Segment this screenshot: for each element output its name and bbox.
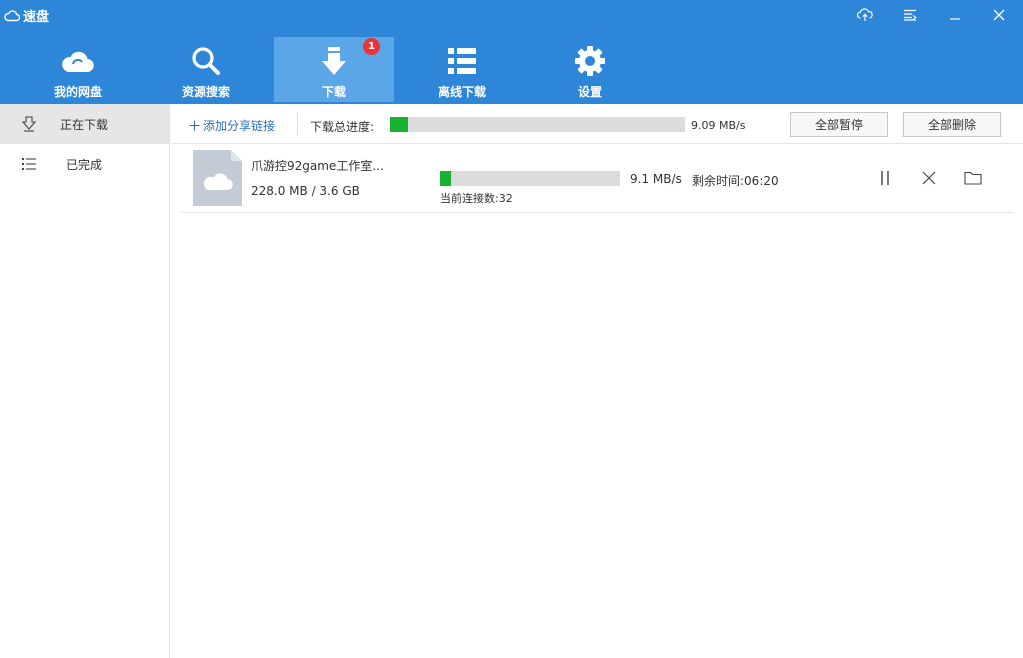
total-progress-fill — [390, 117, 408, 132]
sidebar-item-downloading[interactable]: 正在下载 — [0, 104, 169, 144]
menu-icon[interactable] — [899, 5, 921, 25]
cloud-logo-icon — [4, 9, 20, 21]
toolbar: 添加分享链接 下载总进度: 9.09 MB/s 全部暂停 全部删除 — [171, 104, 1023, 144]
notification-badge: 1 — [363, 38, 380, 55]
main-nav: 我的网盘 资源搜索 下载 1 离线下载 设置 — [18, 37, 658, 102]
close-icon[interactable] — [988, 5, 1010, 25]
sidebar-item-label: 正在下载 — [60, 118, 109, 132]
task-speed: 9.1 MB/s — [630, 172, 682, 186]
add-share-link-label: 添加分享链接 — [203, 119, 276, 133]
search-icon — [191, 44, 221, 78]
sidebar-item-label: 已完成 — [66, 158, 103, 172]
task-progress-fill — [440, 171, 451, 186]
nav-label: 我的网盘 — [53, 85, 102, 99]
list-icon — [22, 158, 36, 170]
nav-item-offline-download[interactable]: 离线下载 — [402, 37, 522, 102]
download-icon — [21, 116, 37, 132]
pause-all-button[interactable]: 全部暂停 — [790, 112, 888, 137]
plus-icon — [189, 120, 200, 131]
folder-icon[interactable] — [964, 169, 982, 187]
nav-label: 设置 — [577, 85, 602, 99]
task-progress-bar — [440, 171, 620, 186]
sidebar: 正在下载 已完成 — [0, 104, 170, 658]
gear-icon — [575, 44, 605, 78]
delete-all-button[interactable]: 全部删除 — [903, 112, 1001, 137]
delete-icon[interactable] — [920, 169, 938, 187]
file-name: 爪游控92game工作室... — [251, 159, 384, 173]
title-bar[interactable]: 速盘 — [0, 0, 1023, 30]
app-title: 速盘 — [4, 6, 50, 25]
upload-transfer-icon[interactable] — [854, 5, 876, 25]
nav-item-resource-search[interactable]: 资源搜索 — [146, 37, 266, 102]
nav-item-download[interactable]: 下载 1 — [274, 37, 394, 102]
sidebar-item-completed[interactable]: 已完成 — [0, 144, 169, 184]
header: 速盘 我的网盘 资源搜索 下载 1 离线下载 设置 — [0, 0, 1023, 104]
task-remaining-time: 剩余时间:06:20 — [692, 174, 779, 188]
toolbar-divider — [297, 113, 298, 135]
download-arrow-icon — [321, 44, 347, 78]
add-share-link-button[interactable]: 添加分享链接 — [189, 117, 275, 134]
nav-item-settings[interactable]: 设置 — [530, 37, 650, 102]
nav-label: 下载 — [321, 85, 346, 99]
total-speed: 9.09 MB/s — [691, 119, 746, 132]
app-title-text: 速盘 — [23, 9, 50, 25]
pause-icon[interactable] — [876, 169, 894, 187]
total-progress-label: 下载总进度: — [310, 120, 375, 134]
cloud-file-icon — [193, 150, 242, 206]
list-icon — [447, 44, 477, 78]
task-connections: 当前连接数:32 — [440, 192, 513, 205]
minimize-icon[interactable] — [944, 5, 966, 25]
nav-item-my-drive[interactable]: 我的网盘 — [18, 37, 138, 102]
cloud-icon — [61, 44, 95, 78]
table-row[interactable]: 爪游控92game工作室... 228.0 MB / 3.6 GB 9.1 MB… — [181, 145, 1014, 213]
nav-label: 资源搜索 — [181, 85, 230, 99]
total-progress-bar — [390, 117, 685, 132]
file-size: 228.0 MB / 3.6 GB — [251, 184, 360, 198]
nav-label: 离线下载 — [437, 85, 486, 99]
